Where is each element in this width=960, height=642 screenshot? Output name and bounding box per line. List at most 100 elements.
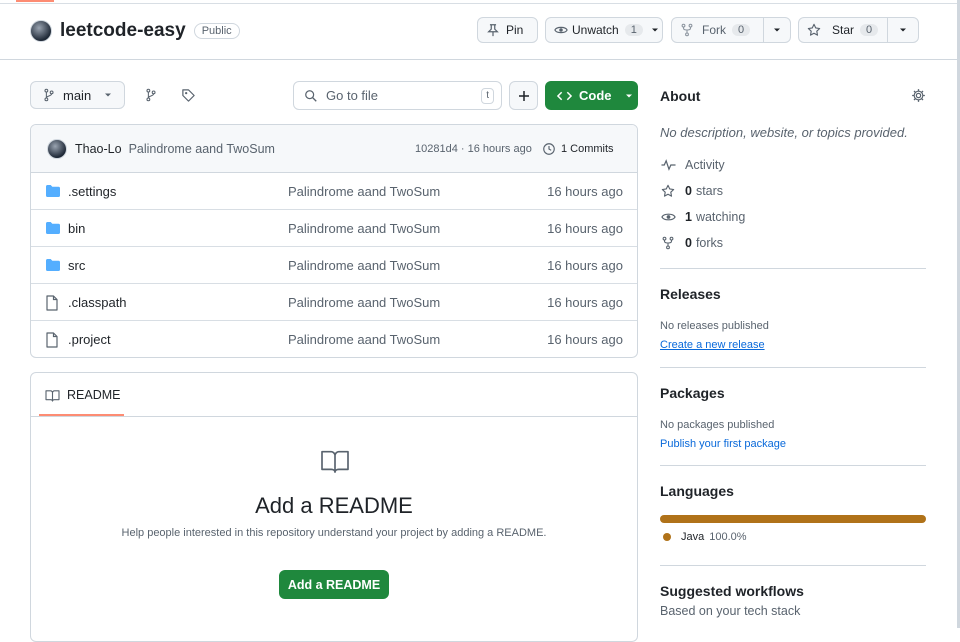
file-commit-time: 16 hours ago (547, 257, 623, 273)
file-commit-message[interactable]: Palindrome aand TwoSum (288, 258, 440, 273)
file-row[interactable]: .classpath Palindrome aand TwoSum 16 hours… (31, 284, 637, 321)
file-name[interactable]: .settings (68, 184, 116, 199)
language-item[interactable]: Java 100.0% (660, 531, 747, 543)
workflows-heading: Suggested workflows (660, 583, 804, 599)
branch-name: main (63, 87, 92, 103)
fork-button[interactable]: Fork 0 (672, 18, 763, 42)
file-name[interactable]: .classpath (68, 295, 127, 310)
search-icon (304, 89, 318, 103)
pulse-icon (660, 159, 676, 171)
language-name: Java (681, 531, 705, 543)
add-readme-button[interactable]: Add a README (279, 570, 389, 599)
chevron-down-icon (899, 26, 907, 34)
shortcut-key: t (481, 88, 494, 104)
file-row[interactable]: .settings Palindrome aand TwoSum 16 hours … (31, 173, 637, 210)
gear-icon[interactable] (911, 88, 926, 103)
chevron-down-icon (773, 26, 781, 34)
fork-icon (660, 236, 676, 250)
book-icon (319, 448, 351, 474)
nav-divider (0, 3, 960, 4)
chevron-down-icon (625, 92, 633, 100)
readme-title: Add a README (255, 493, 413, 518)
star-dropdown[interactable] (888, 18, 918, 42)
stars-link[interactable]: 0 stars (660, 184, 723, 198)
go-to-file-input[interactable]: Go to file t (293, 81, 502, 110)
code-label: Code (579, 88, 612, 103)
file-row[interactable]: src Palindrome aand TwoSum 16 hours ago (31, 247, 637, 284)
unwatch-button[interactable]: Unwatch 1 (545, 17, 663, 43)
readme-tab[interactable]: README (45, 388, 120, 402)
commits-count: 1 Commits (561, 142, 614, 155)
languages-heading: Languages (660, 483, 734, 499)
file-commit-time: 16 hours ago (547, 183, 623, 199)
star-button[interactable]: Star 0 (799, 18, 887, 42)
watch-count: 1 (624, 24, 643, 36)
star-icon (807, 23, 821, 37)
file-commit-message[interactable]: Palindrome aand TwoSum (288, 295, 440, 310)
commit-hash-time[interactable]: 10281d4 · 16 hours ago (415, 143, 532, 155)
star-label: Star (832, 23, 855, 37)
packages-heading[interactable]: Packages (660, 385, 926, 401)
tag-icon[interactable] (181, 88, 196, 103)
chevron-down-icon (104, 91, 112, 99)
file-icon (45, 295, 59, 311)
star-button-group: Star 0 (798, 17, 919, 43)
file-row[interactable]: .project Palindrome aand TwoSum 16 hours a… (31, 321, 637, 357)
language-dot (663, 533, 671, 541)
packages-empty: No packages published (660, 419, 775, 431)
unwatch-label: Unwatch (572, 23, 619, 37)
pin-button[interactable]: Pin (477, 17, 538, 43)
commits-link[interactable]: 1 Commits (542, 142, 614, 156)
commit-author[interactable]: Thao-Lo (75, 142, 122, 156)
fork-button-group: Fork 0 (671, 17, 791, 43)
file-commit-message[interactable]: Palindrome aand TwoSum (288, 184, 440, 199)
forks-count: 0 (685, 236, 692, 250)
file-row[interactable]: bin Palindrome aand TwoSum 16 hours ago (31, 210, 637, 247)
fork-dropdown[interactable] (764, 18, 790, 42)
nav-active-underline (16, 0, 54, 2)
star-count: 0 (860, 24, 879, 36)
workflows-subtitle: Based on your tech stack (660, 604, 801, 618)
pin-icon (486, 23, 500, 37)
fork-label: Fork (702, 23, 726, 37)
watching-count: 1 (685, 210, 692, 224)
fork-icon (680, 23, 694, 37)
eye-icon (660, 211, 676, 223)
repo-name[interactable]: leetcode-easy (60, 20, 186, 42)
watching-label: watching (695, 210, 746, 224)
forks-link[interactable]: 0 forks (660, 236, 723, 250)
forks-label: forks (695, 236, 724, 250)
activity-label: Activity (685, 158, 725, 172)
stars-label: stars (695, 184, 724, 198)
releases-empty: No releases published (660, 320, 769, 332)
add-file-button[interactable] (509, 81, 538, 110)
code-button[interactable]: Code (545, 81, 638, 110)
watching-link[interactable]: 1 watching (660, 210, 745, 224)
branches-icon[interactable] (144, 88, 158, 102)
go-to-file-placeholder: Go to file (326, 88, 379, 103)
branch-selector[interactable]: main (30, 81, 125, 109)
releases-heading[interactable]: Releases (660, 286, 926, 302)
folder-icon (45, 221, 61, 235)
activity-link[interactable]: Activity (660, 158, 725, 172)
star-icon (660, 184, 676, 198)
publish-package-link[interactable]: Publish your first package (660, 438, 786, 450)
readme-tab-label: README (67, 388, 121, 402)
file-commit-time: 16 hours ago (547, 220, 623, 236)
file-name[interactable]: src (68, 258, 85, 273)
file-commit-message[interactable]: Palindrome aand TwoSum (288, 221, 440, 236)
file-commit-time: 16 hours ago (547, 332, 623, 347)
readme-divider (31, 416, 637, 417)
folder-icon (45, 184, 61, 198)
fork-count: 0 (732, 24, 751, 36)
author-avatar[interactable] (47, 138, 67, 159)
create-release-link[interactable]: Create a new release (660, 339, 765, 351)
commit-message[interactable]: Palindrome aand TwoSum (129, 142, 275, 156)
stars-count: 0 (685, 184, 692, 198)
file-name[interactable]: bin (68, 221, 85, 236)
about-heading: About (660, 88, 701, 104)
header-divider (0, 59, 957, 60)
file-name[interactable]: .project (68, 332, 111, 347)
file-commit-message[interactable]: Palindrome aand TwoSum (288, 332, 440, 347)
owner-avatar[interactable] (30, 20, 52, 42)
